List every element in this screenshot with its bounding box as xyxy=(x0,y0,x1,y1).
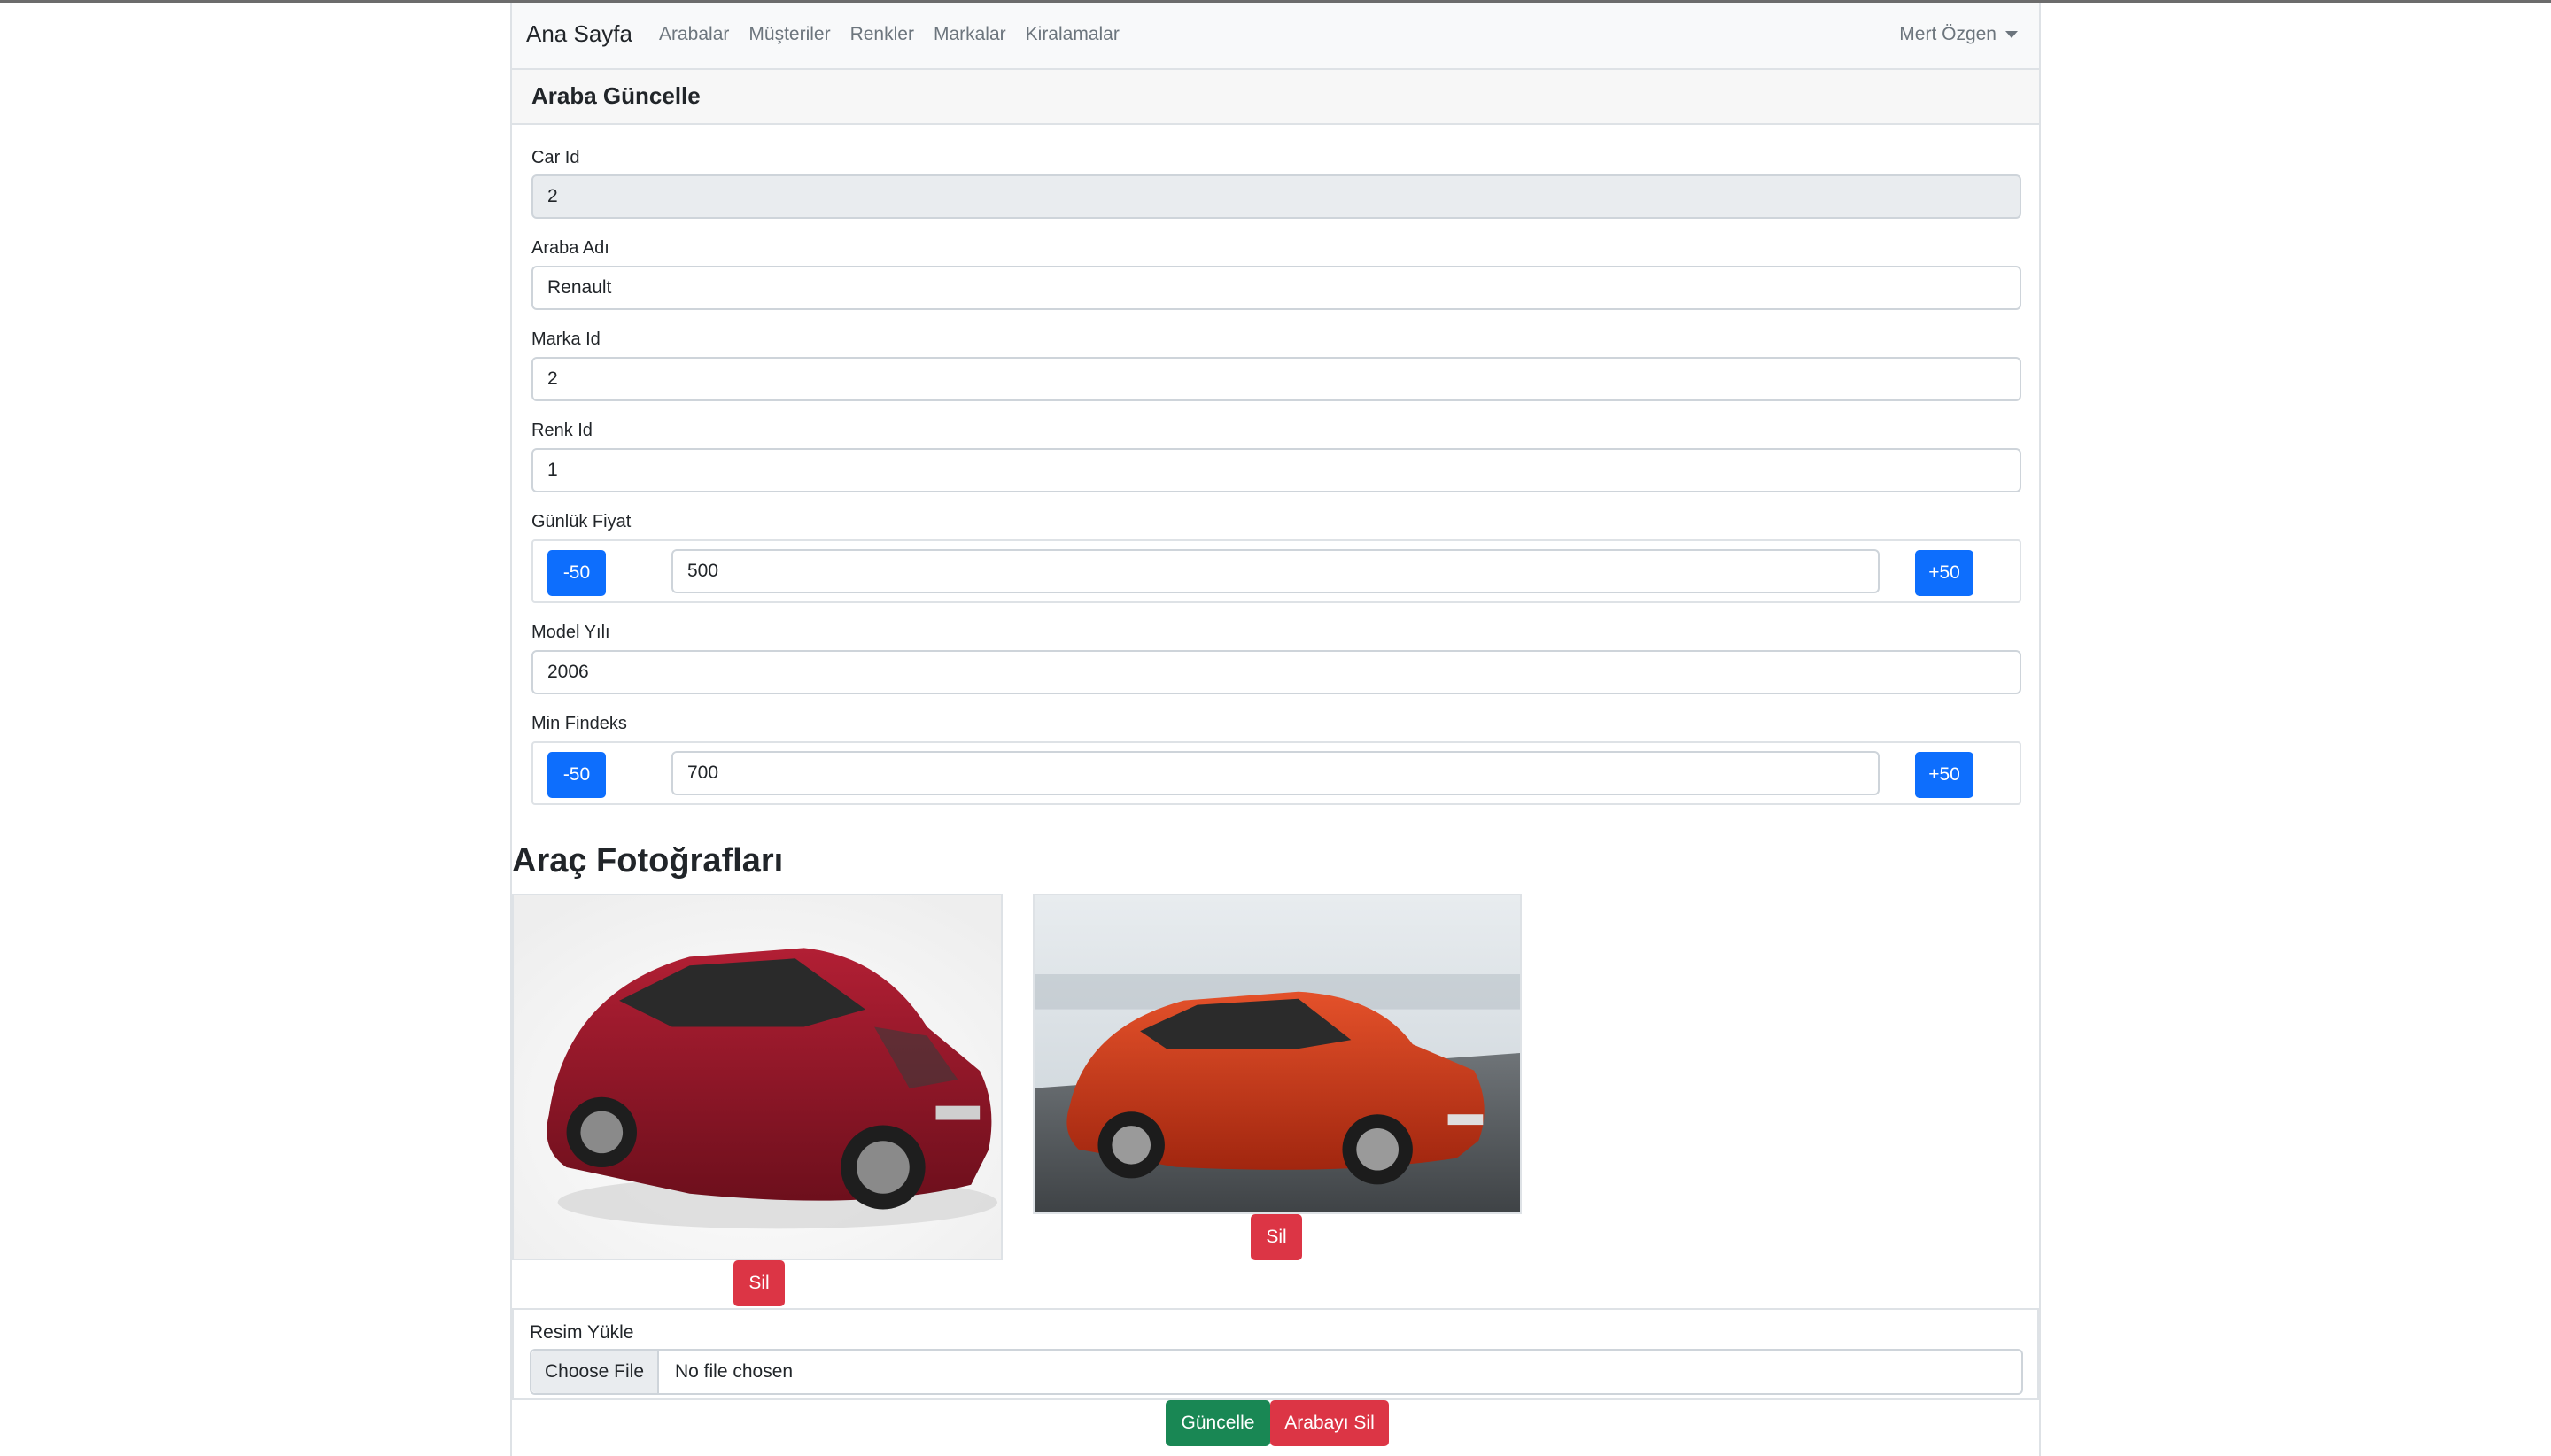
daily-price-decrease-button[interactable]: -50 xyxy=(547,550,606,596)
min-findeks-stepper: -50 +50 xyxy=(531,741,2021,805)
nav-links: Arabalar Müşteriler Renkler Markalar Kir… xyxy=(659,24,1139,45)
delete-photo-2-button[interactable]: Sil xyxy=(1251,1214,1302,1260)
upload-label: Resim Yükle xyxy=(530,1322,634,1343)
color-id-input[interactable] xyxy=(531,448,2021,492)
nav-link-renkler[interactable]: Renkler xyxy=(850,24,914,45)
user-menu-dropdown[interactable]: Mert Özgen xyxy=(1899,24,2018,45)
delete-photo-1-button[interactable]: Sil xyxy=(733,1260,785,1306)
brand-id-input[interactable] xyxy=(531,357,2021,401)
navbar-brand[interactable]: Ana Sayfa xyxy=(526,20,632,48)
model-year-input[interactable] xyxy=(531,650,2021,694)
car-photo-1-image xyxy=(514,895,1001,1259)
min-findeks-label: Min Findeks xyxy=(531,714,627,733)
page-container: Ana Sayfa Arabalar Müşteriler Renkler Ma… xyxy=(510,3,2041,1456)
daily-price-label: Günlük Fiyat xyxy=(531,512,632,531)
nav-link-arabalar[interactable]: Arabalar xyxy=(659,24,729,45)
upload-section: Resim Yükle Choose File No file chosen xyxy=(512,1308,2039,1400)
brand-id-label: Marka Id xyxy=(531,329,601,349)
file-input[interactable]: Choose File No file chosen xyxy=(530,1349,2023,1395)
car-photo-1 xyxy=(512,894,1003,1260)
photos-section-title: Araç Fotoğrafları xyxy=(512,842,784,879)
user-name: Mert Özgen xyxy=(1899,24,1997,44)
file-status-text: No file chosen xyxy=(675,1361,794,1382)
min-findeks-input[interactable] xyxy=(671,751,1880,795)
delete-car-button[interactable]: Arabayı Sil xyxy=(1270,1400,1389,1446)
navbar: Ana Sayfa Arabalar Müşteriler Renkler Ma… xyxy=(512,3,2039,68)
page-title: Araba Güncelle xyxy=(531,82,701,109)
car-id-label: Car Id xyxy=(531,148,580,167)
car-photo-2-image xyxy=(1035,895,1520,1212)
color-id-label: Renk Id xyxy=(531,421,593,440)
car-id-input[interactable] xyxy=(531,174,2021,219)
caret-down-icon xyxy=(2005,31,2018,38)
min-findeks-increase-button[interactable]: +50 xyxy=(1915,752,1973,798)
nav-link-kiralamalar[interactable]: Kiralamalar xyxy=(1026,24,1120,45)
card-header: Araba Güncelle xyxy=(512,68,2039,125)
update-button[interactable]: Güncelle xyxy=(1166,1400,1270,1446)
car-name-input[interactable] xyxy=(531,266,2021,310)
daily-price-increase-button[interactable]: +50 xyxy=(1915,550,1973,596)
choose-file-button[interactable]: Choose File xyxy=(531,1351,659,1393)
daily-price-input[interactable] xyxy=(671,549,1880,593)
min-findeks-decrease-button[interactable]: -50 xyxy=(547,752,606,798)
model-year-label: Model Yılı xyxy=(531,623,610,642)
daily-price-stepper: -50 +50 xyxy=(531,539,2021,603)
nav-link-markalar[interactable]: Markalar xyxy=(934,24,1006,45)
car-photo-2 xyxy=(1033,894,1522,1214)
car-name-label: Araba Adı xyxy=(531,238,609,258)
nav-link-musteriler[interactable]: Müşteriler xyxy=(748,24,830,45)
